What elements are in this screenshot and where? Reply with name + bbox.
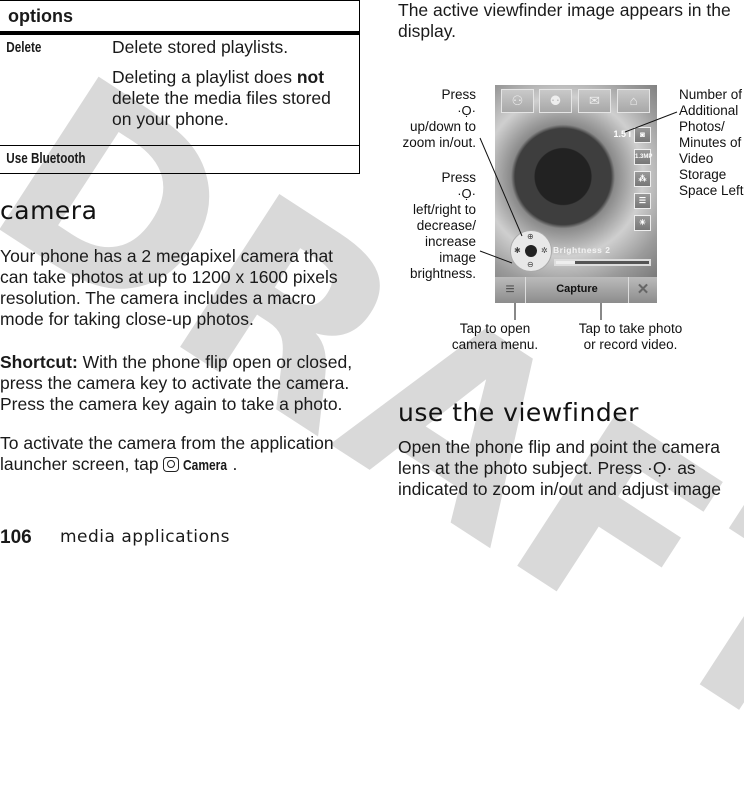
callout-text: Video (679, 151, 714, 166)
zoom-out-icon: ⊖ (527, 260, 534, 269)
callout-text: Tap to open (459, 321, 531, 336)
callout-text: zoom in/out. (402, 135, 476, 150)
table-row: Use Bluetooth (0, 146, 360, 174)
callout-text: Tap to take photo (578, 321, 683, 336)
message-icon[interactable]: ✉ (578, 89, 611, 113)
section-heading-use-viewfinder: use the viewfinder (398, 398, 639, 427)
option-description: Delete stored playlists. Deleting a play… (104, 35, 359, 145)
table-row: Delete Delete stored playlists. Deleting… (0, 35, 360, 146)
callout-text: brightness. (409, 266, 476, 281)
option-description-text: Delete stored playlists. (112, 37, 289, 57)
resolution-icon[interactable]: 1.3MP (634, 149, 652, 165)
option-note: Deleting a playlist does not delete the … (112, 67, 353, 130)
option-description (104, 146, 359, 173)
storage-icon[interactable]: ☰ (634, 193, 651, 209)
options-table-header: options (0, 0, 360, 35)
note-emphasis: not (296, 67, 325, 87)
use-viewfinder-paragraph: Open the phone flip and point the camera… (398, 437, 742, 500)
scene-icon[interactable]: ⁂ (634, 171, 651, 187)
home-icon[interactable]: ⌂ (617, 89, 650, 113)
option-key-use-bluetooth: Use Bluetooth (6, 150, 86, 167)
viewfinder-bottom-bar: ≡ Capture ✕ (495, 277, 657, 303)
close-button[interactable]: ✕ (628, 277, 657, 303)
navigation-key-icon: ·Ọ· (647, 458, 673, 478)
contacts-icon[interactable]: ⚇ (501, 89, 534, 113)
callout-text: decrease/ (416, 218, 476, 233)
capture-button[interactable]: Capture (526, 277, 628, 303)
dpad-center (525, 245, 537, 257)
navigation-key-icon: ·Ọ· (457, 186, 476, 201)
photos-left-count: 1.5 i (613, 129, 631, 139)
activate-end: . (232, 454, 238, 474)
zoom-in-icon: ⊕ (527, 232, 534, 241)
capture-callout: Tap to take photo or record video. (573, 321, 688, 353)
camera-mode-icon[interactable]: ◙ (634, 127, 651, 143)
page-number: 106 (0, 527, 32, 548)
callout-text: Minutes of (679, 135, 742, 150)
shortcut-paragraph: Shortcut: With the phone flip open or cl… (0, 352, 362, 415)
camera-icon (163, 457, 180, 472)
brightness-slider[interactable] (554, 259, 651, 266)
brightness-down-icon: ✱ (514, 246, 521, 255)
lighting-icon[interactable]: ☀ (634, 215, 651, 231)
callout-text: Number of (679, 87, 743, 102)
zoom-callout: Press ·Ọ· up/down to zoom in/out. (392, 87, 476, 151)
callout-text: increase (424, 234, 476, 249)
callout-text: or record video. (583, 337, 678, 352)
callout-text: Photos/ (679, 119, 725, 134)
callout-text: Space Left (679, 183, 744, 198)
brightness-fill (556, 261, 575, 264)
note-text: Deleting a playlist does (112, 67, 297, 87)
shortcut-label: Shortcut: (0, 352, 78, 372)
brightness-up-icon: ✲ (541, 246, 548, 255)
callout-text: Storage (679, 167, 727, 182)
callout-text: Additional (679, 103, 739, 118)
callout-text: camera menu. (451, 337, 539, 352)
options-table: options Delete Delete stored playlists. … (0, 0, 360, 174)
brightness-label: Brightness 2 (553, 245, 611, 255)
group-icon[interactable]: ⚉ (539, 89, 572, 113)
callout-text: left/right to (412, 202, 476, 217)
option-key-delete: Delete (6, 39, 42, 56)
storage-callout: Number of Additional Photos/ Minutes of … (679, 87, 744, 199)
camera-menu-button[interactable]: ≡ (495, 277, 526, 303)
navigation-dpad[interactable]: ⊕ ⊖ ✱ ✲ (510, 230, 552, 272)
camera-intro-paragraph: Your phone has a 2 megapixel camera that… (0, 246, 338, 329)
brightness-callout: Press ·Ọ· left/right to decrease/ increa… (392, 170, 476, 282)
activate-paragraph: To activate the camera from the applicat… (0, 433, 362, 476)
section-heading-camera: camera (0, 196, 98, 225)
note-text: delete the media files stored on your ph… (112, 88, 331, 129)
menu-callout: Tap to open camera menu. (440, 321, 550, 353)
footer-section-title: media applications (60, 527, 230, 547)
callout-text: image (439, 250, 476, 265)
camera-menu-label: Camera (183, 457, 228, 474)
viewfinder-intro-paragraph: The active viewfinder image appears in t… (398, 0, 731, 41)
callout-text: Press (441, 170, 476, 185)
navigation-key-icon: ·Ọ· (457, 103, 476, 118)
callout-text: Press (441, 87, 476, 102)
viewfinder-screen: ⚇ ⚉ ✉ ⌂ 1.5 i ◙ 1.3MP ⁂ ☰ ☀ ⊕ ⊖ ✱ ✲ Brig… (495, 85, 657, 303)
callout-text: up/down to (409, 119, 476, 134)
